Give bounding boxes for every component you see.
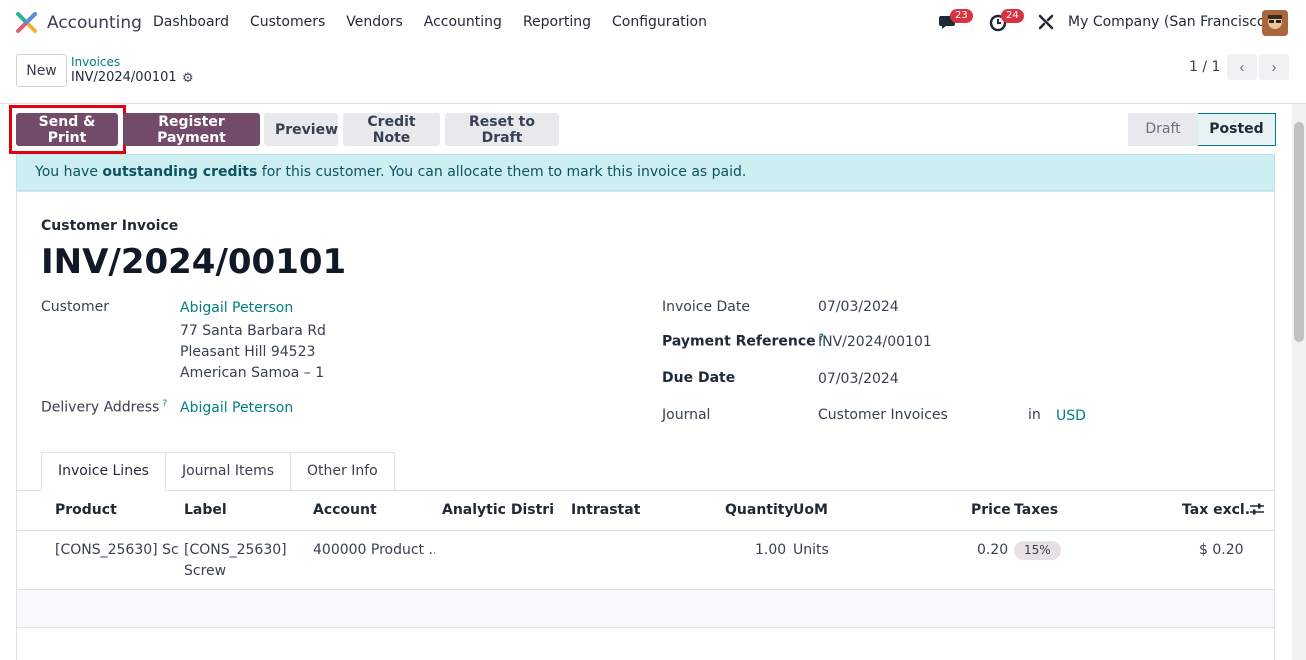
- main-menu: Dashboard Customers Vendors Accounting R…: [153, 14, 728, 30]
- document-type: Customer Invoice: [41, 218, 179, 234]
- delivery-address-link[interactable]: Abigail Peterson: [180, 400, 293, 416]
- highlight-box: [9, 105, 126, 154]
- action-bar: Send & Print Register Payment Preview Cr…: [0, 104, 1290, 154]
- col-intrastat[interactable]: Intrastat: [571, 502, 640, 518]
- form-sheet: Customer Invoice INV/2024/00101 Customer…: [16, 191, 1275, 660]
- payment-reference-label: Payment Reference?: [662, 333, 824, 350]
- col-tax-excl[interactable]: Tax excl.: [1182, 502, 1250, 518]
- customer-link[interactable]: Abigail Peterson: [180, 300, 293, 316]
- activity-clock-icon[interactable]: 24: [989, 9, 1024, 34]
- row-quantity[interactable]: 1.00: [755, 540, 786, 561]
- breadcrumb-current: INV/2024/00101: [71, 70, 177, 85]
- col-label[interactable]: Label: [184, 502, 227, 518]
- table-row[interactable]: [CONS_25630] Screw [CONS_25630] Screw 40…: [17, 531, 1274, 590]
- due-date-field[interactable]: 07/03/2024: [818, 371, 899, 387]
- document-name: INV/2024/00101: [41, 242, 347, 282]
- delivery-label-text: Delivery Address: [41, 399, 160, 416]
- payment-reference-field[interactable]: INV/2024/00101: [818, 334, 932, 350]
- reset-to-draft-button[interactable]: Reset to Draft: [445, 113, 559, 146]
- invoice-lines-header: Product Label Account Analytic Distri...…: [17, 491, 1274, 531]
- row-price[interactable]: 0.20: [977, 540, 1008, 561]
- accounting-app-icon[interactable]: [16, 12, 37, 33]
- tab-other-info[interactable]: Other Info: [291, 452, 395, 491]
- col-analytic[interactable]: Analytic Distri...: [442, 502, 554, 518]
- chat-icon[interactable]: 23: [938, 9, 973, 34]
- status-bar: Draft Posted: [1128, 113, 1276, 146]
- new-button[interactable]: New: [16, 54, 67, 87]
- scrollbar-thumb[interactable]: [1294, 122, 1304, 342]
- menu-accounting[interactable]: Accounting: [424, 14, 502, 30]
- menu-configuration[interactable]: Configuration: [612, 14, 707, 30]
- journal-in-text: in: [1028, 407, 1041, 423]
- notebook-tabs: Invoice Lines Journal Items Other Info: [41, 452, 395, 491]
- tab-journal-items[interactable]: Journal Items: [165, 452, 292, 491]
- currency-link[interactable]: USD: [1056, 408, 1086, 424]
- preview-button[interactable]: Preview: [264, 113, 338, 146]
- activity-badge: 24: [1001, 9, 1024, 23]
- outstanding-credits-alert: You have outstanding credits for this cu…: [16, 154, 1275, 191]
- tab-invoice-lines[interactable]: Invoice Lines: [41, 452, 166, 491]
- credit-note-button[interactable]: Credit Note: [343, 113, 440, 146]
- col-account[interactable]: Account: [313, 502, 377, 518]
- invoice-date-label: Invoice Date: [662, 299, 750, 315]
- row-label-line2[interactable]: Screw: [184, 561, 226, 582]
- delivery-address-label: Delivery Address?: [41, 399, 167, 416]
- row-product[interactable]: [CONS_25630] Screw: [55, 540, 179, 561]
- journal-label: Journal: [662, 407, 711, 423]
- row-taxes[interactable]: 15%: [1014, 540, 1061, 561]
- control-panel: New Invoices INV/2024/00101 ⚙ 1 / 1 ‹ ›: [0, 46, 1306, 104]
- alert-suffix: for this customer. You can allocate them…: [257, 164, 747, 180]
- app-name[interactable]: Accounting: [47, 13, 142, 33]
- row-label-line1[interactable]: [CONS_25630]: [184, 540, 287, 561]
- register-payment-button[interactable]: Register Payment: [123, 113, 260, 146]
- pager-previous-button[interactable]: ‹: [1227, 54, 1257, 80]
- address-line2: Pleasant Hill 94523: [180, 344, 316, 360]
- address-line3: American Samoa – 1: [180, 365, 325, 381]
- alert-prefix: You have: [35, 164, 103, 180]
- menu-vendors[interactable]: Vendors: [346, 14, 402, 30]
- col-uom[interactable]: UoM: [793, 502, 828, 518]
- row-account[interactable]: 400000 Product ...: [313, 540, 435, 561]
- company-switcher[interactable]: My Company (San Francisco): [1068, 14, 1271, 30]
- customer-label: Customer: [41, 299, 110, 315]
- row-tax-excl: $ 0.20: [1199, 542, 1244, 558]
- invoice-date-field[interactable]: 07/03/2024: [818, 299, 899, 315]
- user-avatar[interactable]: [1262, 10, 1288, 36]
- due-date-label: Due Date: [662, 370, 736, 386]
- journal-field[interactable]: Customer Invoices: [818, 407, 948, 423]
- help-icon[interactable]: ?: [162, 399, 167, 409]
- status-draft[interactable]: Draft: [1128, 113, 1198, 146]
- tax-badge: 15%: [1014, 541, 1061, 560]
- col-taxes[interactable]: Taxes: [1014, 502, 1058, 518]
- breadcrumb-invoices[interactable]: Invoices: [71, 55, 120, 69]
- menu-dashboard[interactable]: Dashboard: [153, 14, 229, 30]
- optional-columns-icon[interactable]: [1249, 501, 1265, 521]
- status-posted[interactable]: Posted: [1198, 113, 1276, 146]
- top-navbar: Accounting Dashboard Customers Vendors A…: [0, 0, 1306, 46]
- page-scrollbar[interactable]: [1292, 104, 1306, 660]
- menu-reporting[interactable]: Reporting: [523, 14, 591, 30]
- debug-tools-icon[interactable]: [1037, 13, 1059, 35]
- gear-icon[interactable]: ⚙: [182, 71, 194, 86]
- payment-ref-label-text: Payment Reference: [662, 333, 816, 350]
- add-line-row[interactable]: [17, 590, 1274, 628]
- col-quantity[interactable]: Quantity: [725, 502, 794, 518]
- chat-badge: 23: [950, 9, 973, 23]
- menu-customers[interactable]: Customers: [250, 14, 325, 30]
- row-uom[interactable]: Units: [793, 540, 829, 561]
- col-product[interactable]: Product: [55, 502, 117, 518]
- pager-next-button[interactable]: ›: [1259, 54, 1289, 80]
- alert-bold[interactable]: outstanding credits: [102, 164, 257, 180]
- col-price[interactable]: Price: [971, 502, 1011, 518]
- address-line1: 77 Santa Barbara Rd: [180, 323, 326, 339]
- pager-value[interactable]: 1 / 1: [1189, 59, 1220, 75]
